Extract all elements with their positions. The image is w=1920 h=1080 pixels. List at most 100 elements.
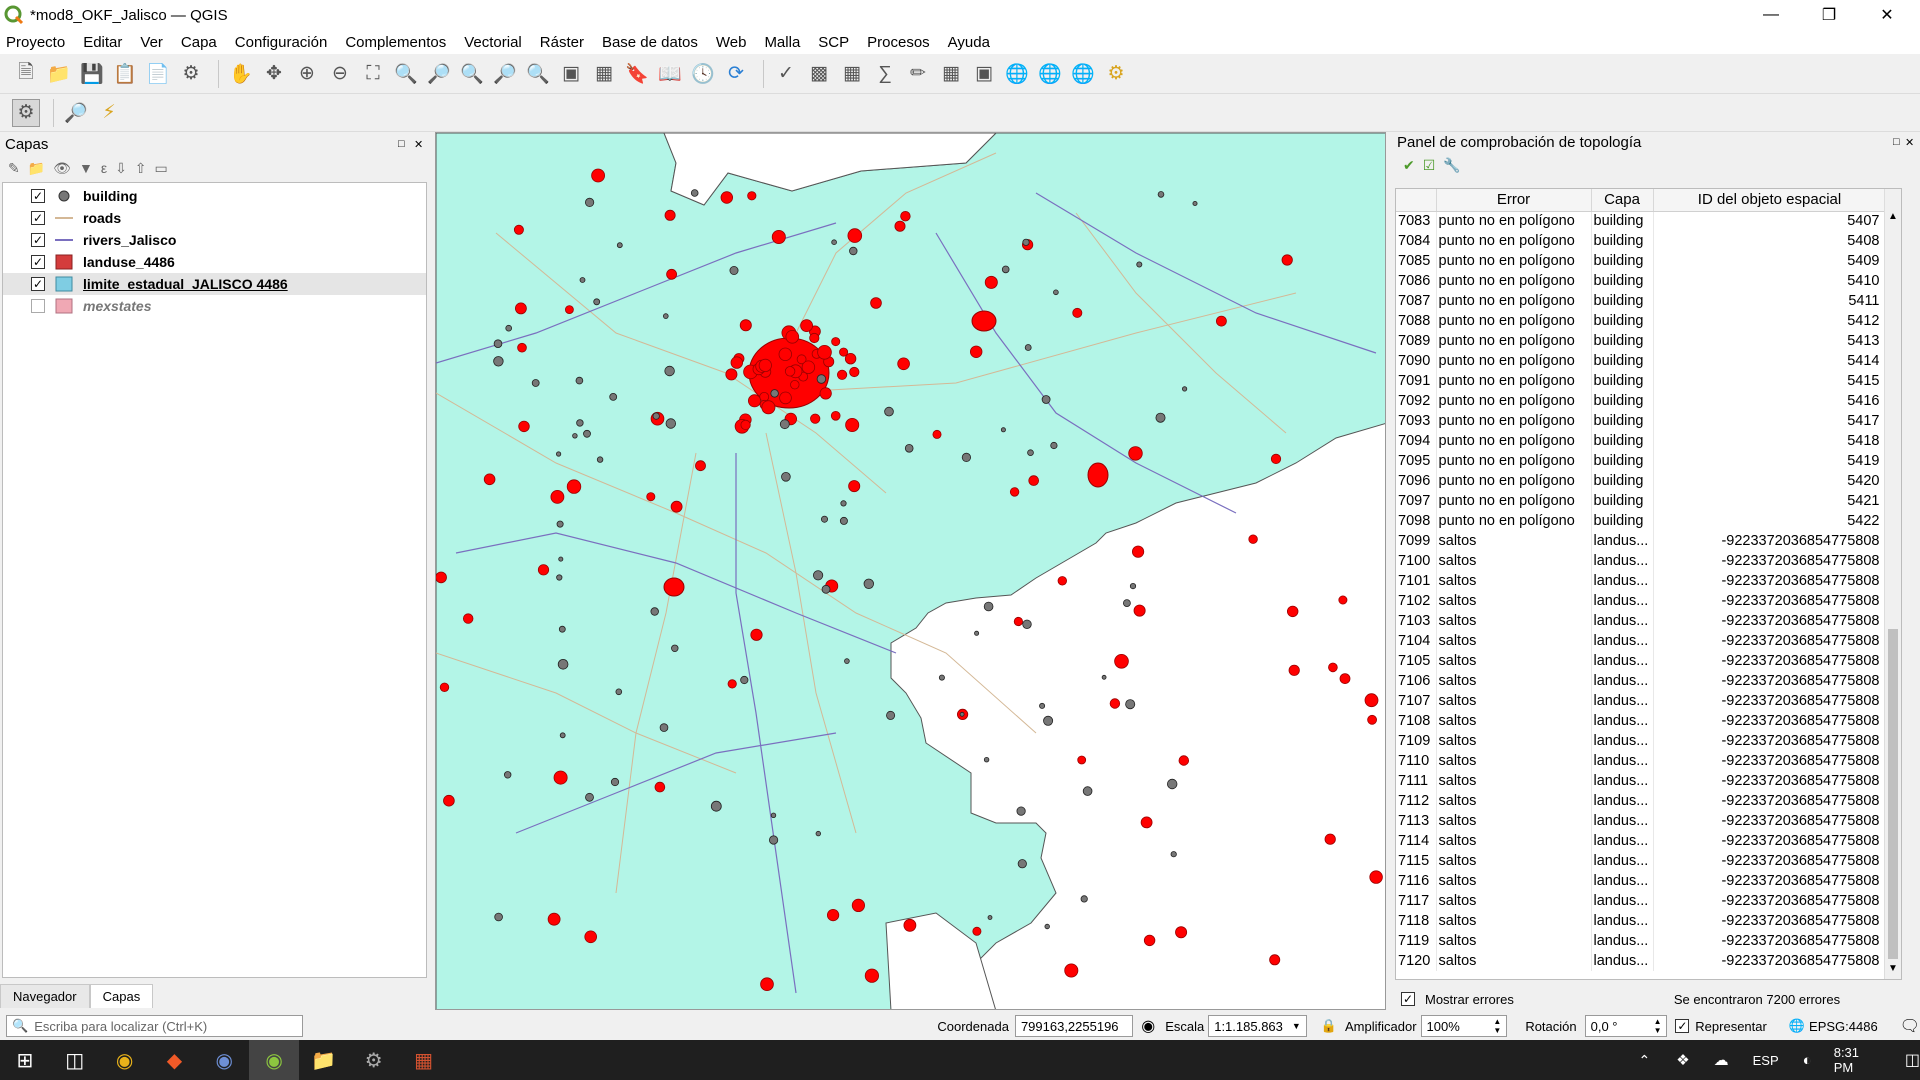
table-row[interactable]: 7093 punto no en polígono building 5417 <box>1396 411 1901 431</box>
layer-limite-estadual[interactable]: ✓ limite_estadual_JALISCO 4486 <box>3 273 426 295</box>
layer-visibility-checkbox[interactable]: ✓ <box>31 277 45 291</box>
layer-roads[interactable]: ✓ roads <box>3 207 426 229</box>
table-row[interactable]: 7096 punto no en polígono building 5420 <box>1396 471 1901 491</box>
save-project-icon[interactable]: 💾 <box>78 60 106 88</box>
table-row[interactable]: 7109 saltos landus... -9223372036854775808 <box>1396 731 1901 751</box>
temporal-controller-icon[interactable]: 🕓 <box>689 60 717 88</box>
new-project-icon[interactable]: 🗎 <box>12 60 40 88</box>
table-row[interactable]: 7100 saltos landus... -9223372036854775808 <box>1396 551 1901 571</box>
pan-icon[interactable]: ✋ <box>227 60 255 88</box>
messages-icon[interactable]: 🗨 <box>1900 1016 1920 1036</box>
zoom-full-icon[interactable]: ⛶ <box>359 60 387 88</box>
field-calculator-icon[interactable]: ∑ <box>871 60 899 88</box>
measure-icon[interactable]: ✏ <box>904 60 932 88</box>
menu-capa[interactable]: Capa <box>181 34 217 51</box>
bookmark-icon[interactable]: 🔖 <box>623 60 651 88</box>
table-row[interactable]: 7083 punto no en polígono building 5407 <box>1396 211 1901 231</box>
table-row[interactable]: 7087 punto no en polígono building 5411 <box>1396 291 1901 311</box>
table-row[interactable]: 7113 saltos landus... -9223372036854775808 <box>1396 811 1901 831</box>
table-row[interactable]: 7106 saltos landus... -9223372036854775808 <box>1396 671 1901 691</box>
crs-icon[interactable]: 🌐 <box>1789 1018 1805 1034</box>
notifications-icon[interactable]: ◫ <box>1905 1050 1920 1070</box>
table-row[interactable]: 7114 saltos landus... -9223372036854775808 <box>1396 831 1901 851</box>
table-row[interactable]: 7098 punto no en polígono building 5422 <box>1396 511 1901 531</box>
search-plugin-icon[interactable]: 🔎 <box>62 99 90 127</box>
configure-rules-icon[interactable]: 🔧 <box>1443 157 1460 174</box>
scale-combobox[interactable]: 1:1.185.863 ▼ <box>1208 1015 1307 1037</box>
refresh-icon[interactable]: ⟳ <box>722 60 750 88</box>
pan-to-selection-icon[interactable]: ✥ <box>260 60 288 88</box>
vertical-scrollbar[interactable]: ▲ ▼ <box>1884 189 1901 979</box>
zoom-layer-icon[interactable]: 🔎 <box>425 60 453 88</box>
close-panel-icon[interactable]: ✕ <box>414 138 423 151</box>
table-row[interactable]: 7112 saltos landus... -9223372036854775808 <box>1396 791 1901 811</box>
add-group-icon[interactable]: 📁 <box>28 160 45 177</box>
maximize-button[interactable]: ❐ <box>1806 0 1852 30</box>
menu-vectorial[interactable]: Vectorial <box>464 34 522 51</box>
layer-visibility-checkbox[interactable]: ✓ <box>31 189 45 203</box>
plugin-icon[interactable]: ⚙ <box>1102 60 1130 88</box>
tab-capas[interactable]: Capas <box>89 984 154 1008</box>
table-row[interactable]: 7118 saltos landus... -9223372036854775808 <box>1396 911 1901 931</box>
mouse-icon[interactable]: ◉ <box>1141 1016 1155 1036</box>
layer-mexstates[interactable]: mexstates <box>3 295 426 317</box>
menu-proyecto[interactable]: Proyecto <box>6 34 65 51</box>
lock-icon[interactable]: 🔒 <box>1321 1018 1337 1034</box>
app-icon[interactable]: ⚙ <box>349 1040 399 1080</box>
table-row[interactable]: 7107 saltos landus... -9223372036854775808 <box>1396 691 1901 711</box>
dropbox-icon[interactable]: ❖ <box>1676 1051 1689 1069</box>
tab-navegador[interactable]: Navegador <box>0 984 90 1008</box>
menu-web[interactable]: Web <box>716 34 747 51</box>
float-panel-icon[interactable]: □ <box>1893 136 1900 148</box>
qgis-taskbar-icon[interactable]: ◉ <box>249 1040 299 1080</box>
expression-filter-icon[interactable]: ε <box>101 160 107 176</box>
table-row[interactable]: 7119 saltos landus... -9223372036854775808 <box>1396 931 1901 951</box>
onedrive-icon[interactable]: ☁ <box>1714 1051 1729 1069</box>
menu-base-de-datos[interactable]: Base de datos <box>602 34 698 51</box>
table-row[interactable]: 7088 punto no en polígono building 5412 <box>1396 311 1901 331</box>
zoom-last-icon[interactable]: 🔎 <box>491 60 519 88</box>
layer-rivers[interactable]: ✓ rivers_Jalisco <box>3 229 426 251</box>
locator-search-input[interactable]: 🔍 Escriba para localizar (Ctrl+K) <box>6 1015 304 1037</box>
validate-extent-icon[interactable]: ☑ <box>1423 157 1436 174</box>
table-row[interactable]: 7091 punto no en polígono building 5415 <box>1396 371 1901 391</box>
topology-checker-icon[interactable]: ⚡ <box>95 99 123 127</box>
zoom-next-icon[interactable]: 🔍 <box>524 60 552 88</box>
table-row[interactable]: 7089 punto no en polígono building 5413 <box>1396 331 1901 351</box>
table-row[interactable]: 7102 saltos landus... -9223372036854775808 <box>1396 591 1901 611</box>
annotation-icon[interactable]: ▣ <box>970 60 998 88</box>
table-row[interactable]: 7104 saltos landus... -9223372036854775808 <box>1396 631 1901 651</box>
identify-icon[interactable]: ✓ <box>772 60 800 88</box>
layer-visibility-checkbox[interactable]: ✓ <box>31 233 45 247</box>
scrollbar-thumb[interactable] <box>1888 629 1898 959</box>
style-manager-icon[interactable]: ⚙ <box>177 60 205 88</box>
menu-editar[interactable]: Editar <box>83 34 122 51</box>
filter-icon[interactable]: ▼ <box>79 160 93 176</box>
table-row[interactable]: 7095 punto no en polígono building 5419 <box>1396 451 1901 471</box>
table-row[interactable]: 7120 saltos landus... -9223372036854775808 <box>1396 951 1901 971</box>
processing-icon[interactable]: ⚙ <box>12 98 40 127</box>
table-row[interactable]: 7085 punto no en polígono building 5409 <box>1396 251 1901 271</box>
select-features-icon[interactable]: ▩ <box>805 60 833 88</box>
layer-building[interactable]: ✓ building <box>3 185 426 207</box>
web-service-icon[interactable]: 🌐 <box>1003 60 1031 88</box>
float-panel-icon[interactable]: □ <box>398 138 405 150</box>
remove-layer-icon[interactable]: ▭ <box>155 160 168 177</box>
table-row[interactable]: 7094 punto no en polígono building 5418 <box>1396 431 1901 451</box>
table-row[interactable]: 7117 saltos landus... -9223372036854775808 <box>1396 891 1901 911</box>
table-row[interactable]: 7086 punto no en polígono building 5410 <box>1396 271 1901 291</box>
table-row[interactable]: 7115 saltos landus... -9223372036854775808 <box>1396 851 1901 871</box>
minimize-button[interactable]: — <box>1748 0 1794 30</box>
zoom-selection-icon[interactable]: 🔍 <box>392 60 420 88</box>
table-row[interactable]: 7110 saltos landus... -9223372036854775808 <box>1396 751 1901 771</box>
windows-start-icon[interactable]: ⊞ <box>0 1040 50 1080</box>
menu-configuracion[interactable]: Configuración <box>235 34 328 51</box>
network-icon[interactable]: ◐ <box>1803 1052 1812 1069</box>
menu-ayuda[interactable]: Ayuda <box>948 34 990 51</box>
validate-all-icon[interactable]: ✔ <box>1403 157 1415 174</box>
layer-visibility-checkbox[interactable] <box>31 299 45 313</box>
zoom-native-icon[interactable]: 🔍 <box>458 60 486 88</box>
table-row[interactable]: 7084 punto no en polígono building 5408 <box>1396 231 1901 251</box>
magnifier-spinbox[interactable]: 100% ▲ ▼ <box>1420 1015 1508 1037</box>
scroll-up-icon[interactable]: ▲ <box>1887 211 1899 225</box>
